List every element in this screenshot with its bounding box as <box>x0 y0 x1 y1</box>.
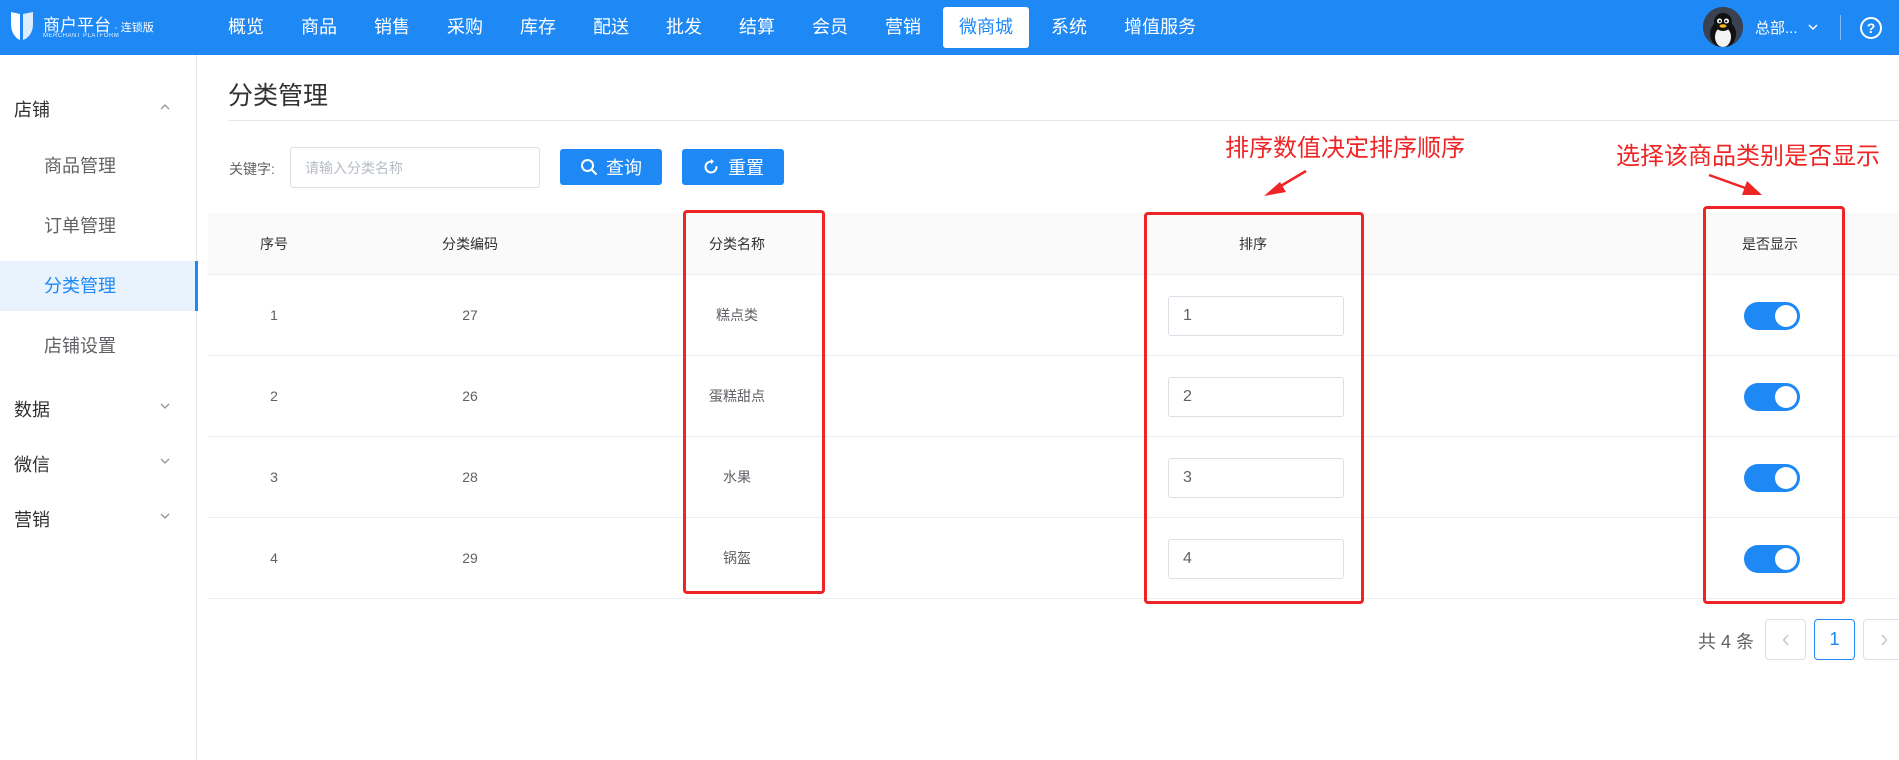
column-header-code: 分类编码 <box>442 236 498 252</box>
annotation-sort-note: 排序数值决定排序顺序 <box>1225 135 1465 162</box>
sidebar-group-marketing[interactable]: 营销 <box>14 506 50 532</box>
annotation-arrow-icon <box>1264 169 1307 196</box>
sidebar-item-category-management[interactable]: 分类管理 <box>0 261 198 311</box>
nav-delivery[interactable]: 配送 <box>578 7 644 48</box>
chevron-up-icon[interactable] <box>160 104 170 110</box>
search-button-label: 查询 <box>606 158 642 178</box>
table-row: 3 28 水果 <box>208 437 1899 518</box>
sidebar-group-label: 营销 <box>14 510 50 530</box>
main-nav: 概览 商品 销售 采购 库存 配送 批发 结算 会员 营销 微商城 系统 增值服… <box>213 0 1218 55</box>
top-navigation-bar: 商户平台 · 连锁版 MERCHANT PLATFORM 概览 商品 销售 采购 … <box>0 0 1899 55</box>
sidebar: 店铺 商品管理 订单管理 分类管理 店铺设置 数据 微信 营销 <box>0 55 198 760</box>
annotation-box-category-name <box>683 210 825 594</box>
nav-marketing[interactable]: 营销 <box>870 7 936 48</box>
search-icon <box>581 159 597 175</box>
table-header: 序号 分类编码 分类名称 排序 是否显示 <box>208 213 1899 275</box>
nav-value-added-services[interactable]: 增值服务 <box>1109 7 1211 48</box>
sidebar-item-product-management[interactable]: 商品管理 <box>0 141 197 191</box>
cell-code: 29 <box>462 550 478 566</box>
reset-button-label: 重置 <box>728 158 764 178</box>
page-title: 分类管理 <box>228 82 329 110</box>
annotation-visible-note: 选择该商品类别是否显示 <box>1616 143 1880 170</box>
refresh-icon <box>704 158 718 174</box>
merchant-platform-logo[interactable]: 商户平台 · 连锁版 MERCHANT PLATFORM <box>8 9 168 47</box>
annotation-box-visible <box>1703 206 1845 604</box>
annotation-box-sort <box>1144 212 1364 604</box>
chevron-right-icon <box>1880 634 1887 645</box>
sidebar-group-label: 数据 <box>14 400 50 420</box>
cell-index: 3 <box>270 469 278 485</box>
chevron-down-icon[interactable] <box>160 513 170 519</box>
column-header-index: 序号 <box>260 236 288 252</box>
avatar <box>1703 7 1743 47</box>
chevron-down-icon[interactable] <box>160 403 170 409</box>
chevron-down-icon <box>1807 24 1818 30</box>
search-button[interactable]: 查询 <box>560 149 662 185</box>
nav-purchase[interactable]: 采购 <box>432 7 498 48</box>
pagination-total: 共 4 条 <box>1698 632 1755 652</box>
sidebar-item-store-settings[interactable]: 店铺设置 <box>0 321 197 371</box>
nav-micro-mall[interactable]: 微商城 <box>943 7 1029 48</box>
table-row: 4 29 锅盔 <box>208 518 1899 599</box>
title-divider <box>228 120 1899 121</box>
table-row: 1 27 糕点类 <box>208 275 1899 356</box>
nav-settlement[interactable]: 结算 <box>724 7 790 48</box>
nav-system[interactable]: 系统 <box>1036 7 1102 48</box>
pagination-page-button[interactable]: 1 <box>1814 619 1855 660</box>
penguin-avatar-icon <box>1703 7 1743 47</box>
sidebar-group-label: 店铺 <box>14 100 50 120</box>
pagination-next-button[interactable] <box>1863 619 1899 660</box>
user-menu[interactable]: 总部... <box>1703 7 1818 47</box>
cell-code: 28 <box>462 469 478 485</box>
shield-logo-icon <box>11 12 33 40</box>
cell-code: 27 <box>462 307 478 323</box>
keyword-label: 关键字: <box>229 161 275 177</box>
nav-sales[interactable]: 销售 <box>359 7 425 48</box>
sidebar-group-store[interactable]: 店铺 <box>14 96 50 122</box>
cell-code: 26 <box>462 388 478 404</box>
sidebar-item-order-management[interactable]: 订单管理 <box>0 201 197 251</box>
keyword-search-input[interactable] <box>290 147 540 188</box>
sidebar-group-wechat[interactable]: 微信 <box>14 451 50 477</box>
annotation-arrow-icon <box>1708 173 1762 195</box>
cell-index: 2 <box>270 388 278 404</box>
table-row: 2 26 蛋糕甜点 <box>208 356 1899 437</box>
nav-inventory[interactable]: 库存 <box>505 7 571 48</box>
user-name: 总部... <box>1755 19 1798 37</box>
sidebar-group-data[interactable]: 数据 <box>14 396 50 422</box>
logo-subtitle: MERCHANT PLATFORM <box>43 33 120 39</box>
logo-edition-tag: · 连锁版 <box>114 22 154 34</box>
nav-wholesale[interactable]: 批发 <box>651 7 717 48</box>
sidebar-group-label: 微信 <box>14 455 50 475</box>
help-icon[interactable]: ? <box>1860 17 1882 39</box>
nav-members[interactable]: 会员 <box>797 7 863 48</box>
reset-button[interactable]: 重置 <box>682 149 784 185</box>
topbar-divider <box>1840 15 1841 40</box>
chevron-down-icon[interactable] <box>160 458 170 464</box>
nav-products[interactable]: 商品 <box>286 7 352 48</box>
cell-index: 4 <box>270 550 278 566</box>
nav-overview[interactable]: 概览 <box>213 7 279 48</box>
pagination-prev-button[interactable] <box>1765 619 1806 660</box>
chevron-left-icon <box>1782 634 1789 645</box>
cell-index: 1 <box>270 307 278 323</box>
